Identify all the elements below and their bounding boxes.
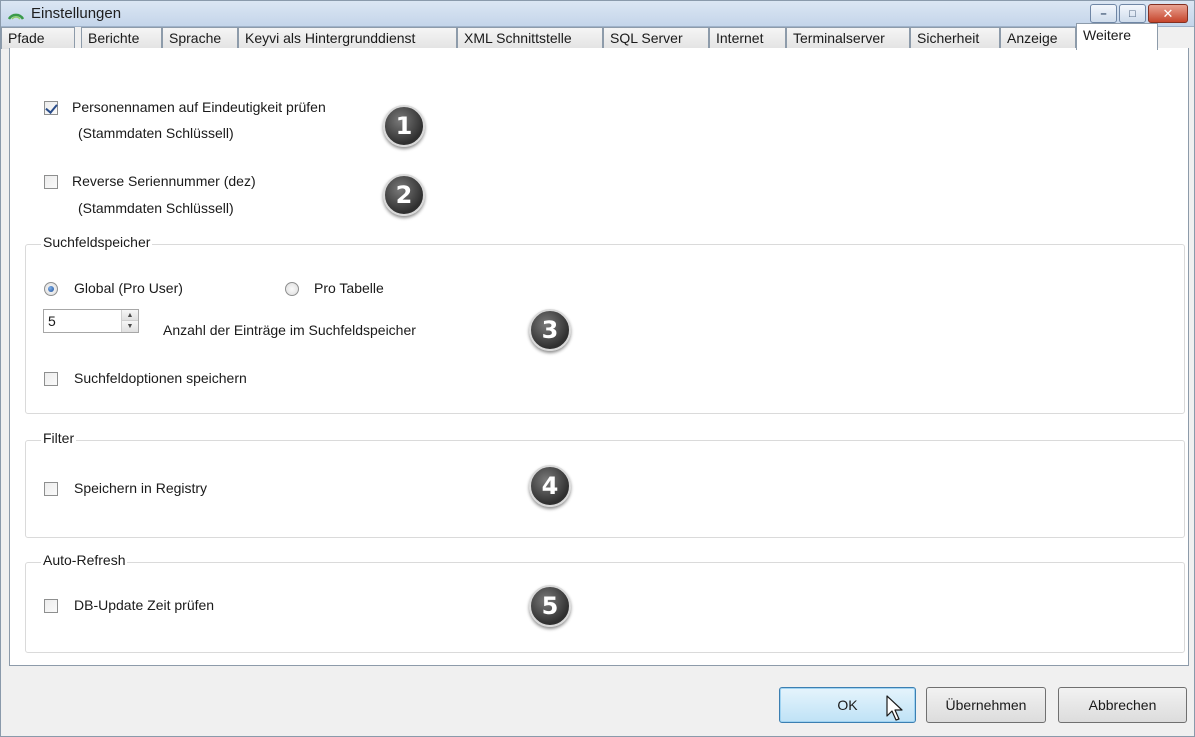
speichern-registry-checkbox[interactable]: [44, 482, 58, 496]
tab-sprache[interactable]: Sprache: [162, 27, 238, 49]
suchfeldoptionen-checkbox[interactable]: [44, 372, 58, 386]
tab-internet[interactable]: Internet: [709, 27, 786, 49]
suchfeldspeicher-title: Suchfeldspeicher: [41, 234, 153, 250]
stepper-up-icon[interactable]: ▲: [122, 310, 138, 321]
close-button[interactable]: ✕: [1148, 4, 1188, 23]
badge-1: 1: [383, 105, 425, 147]
badge-3: 3: [529, 309, 571, 351]
stepper-down-icon[interactable]: ▼: [122, 321, 138, 332]
tab-weitere[interactable]: Weitere: [1076, 23, 1158, 50]
tab-sicherheit[interactable]: Sicherheit: [910, 27, 1000, 49]
personennamen-label[interactable]: Personennamen auf Eindeutigkeit prüfen: [72, 99, 326, 115]
entries-stepper[interactable]: 5 ▲ ▼: [43, 309, 139, 333]
tab-terminalserver[interactable]: Terminalserver: [786, 27, 910, 49]
entries-label: Anzahl der Einträge im Suchfeldspeicher: [163, 322, 416, 338]
badge-2: 2: [383, 174, 425, 216]
personennamen-sublabel: (Stammdaten Schlüssell): [78, 125, 234, 141]
suchfeldoptionen-label[interactable]: Suchfeldoptionen speichern: [74, 370, 247, 386]
settings-window: Einstellungen – □ ✕ Pfade Berichte Sprac…: [0, 0, 1195, 737]
reverse-seriennummer-checkbox[interactable]: [44, 175, 58, 189]
reverse-seriennummer-sublabel: (Stammdaten Schlüssell): [78, 200, 234, 216]
radio-global-label[interactable]: Global (Pro User): [74, 280, 183, 296]
apply-button[interactable]: Übernehmen: [926, 687, 1046, 723]
tab-sql-server[interactable]: SQL Server: [603, 27, 709, 49]
reverse-seriennummer-label[interactable]: Reverse Seriennummer (dez): [72, 173, 256, 189]
mouse-pointer-icon: [886, 695, 903, 721]
radio-global-pro-user[interactable]: [44, 282, 58, 296]
cancel-button[interactable]: Abbrechen: [1058, 687, 1187, 723]
title-bar[interactable]: Einstellungen – □ ✕: [1, 1, 1194, 27]
window-title: Einstellungen: [31, 5, 122, 22]
tab-berichte[interactable]: Berichte: [81, 27, 162, 49]
tab-anzeige[interactable]: Anzeige: [1000, 27, 1076, 49]
entries-value[interactable]: 5: [48, 313, 56, 329]
radio-pro-tabelle[interactable]: [285, 282, 299, 296]
app-logo-icon: [7, 13, 25, 20]
tab-keyvi-hintergrunddienst[interactable]: Keyvi als Hintergrunddienst: [238, 27, 457, 49]
db-update-checkbox[interactable]: [44, 599, 58, 613]
minimize-button[interactable]: –: [1090, 4, 1117, 23]
badge-4: 4: [529, 465, 571, 507]
speichern-registry-label[interactable]: Speichern in Registry: [74, 480, 207, 496]
close-icon: ✕: [1162, 5, 1174, 21]
tab-pfade[interactable]: Pfade: [1, 27, 75, 49]
filter-title: Filter: [41, 430, 77, 446]
tab-xml-schnittstelle[interactable]: XML Schnittstelle: [457, 27, 603, 49]
db-update-label[interactable]: DB-Update Zeit prüfen: [74, 597, 214, 613]
maximize-button[interactable]: □: [1119, 4, 1146, 23]
auto-refresh-title: Auto-Refresh: [41, 552, 128, 568]
badge-5: 5: [529, 585, 571, 627]
maximize-icon: □: [1129, 7, 1136, 20]
minimize-icon: –: [1100, 7, 1107, 20]
radio-pro-tabelle-label[interactable]: Pro Tabelle: [314, 280, 384, 296]
personennamen-checkbox[interactable]: [44, 101, 58, 115]
